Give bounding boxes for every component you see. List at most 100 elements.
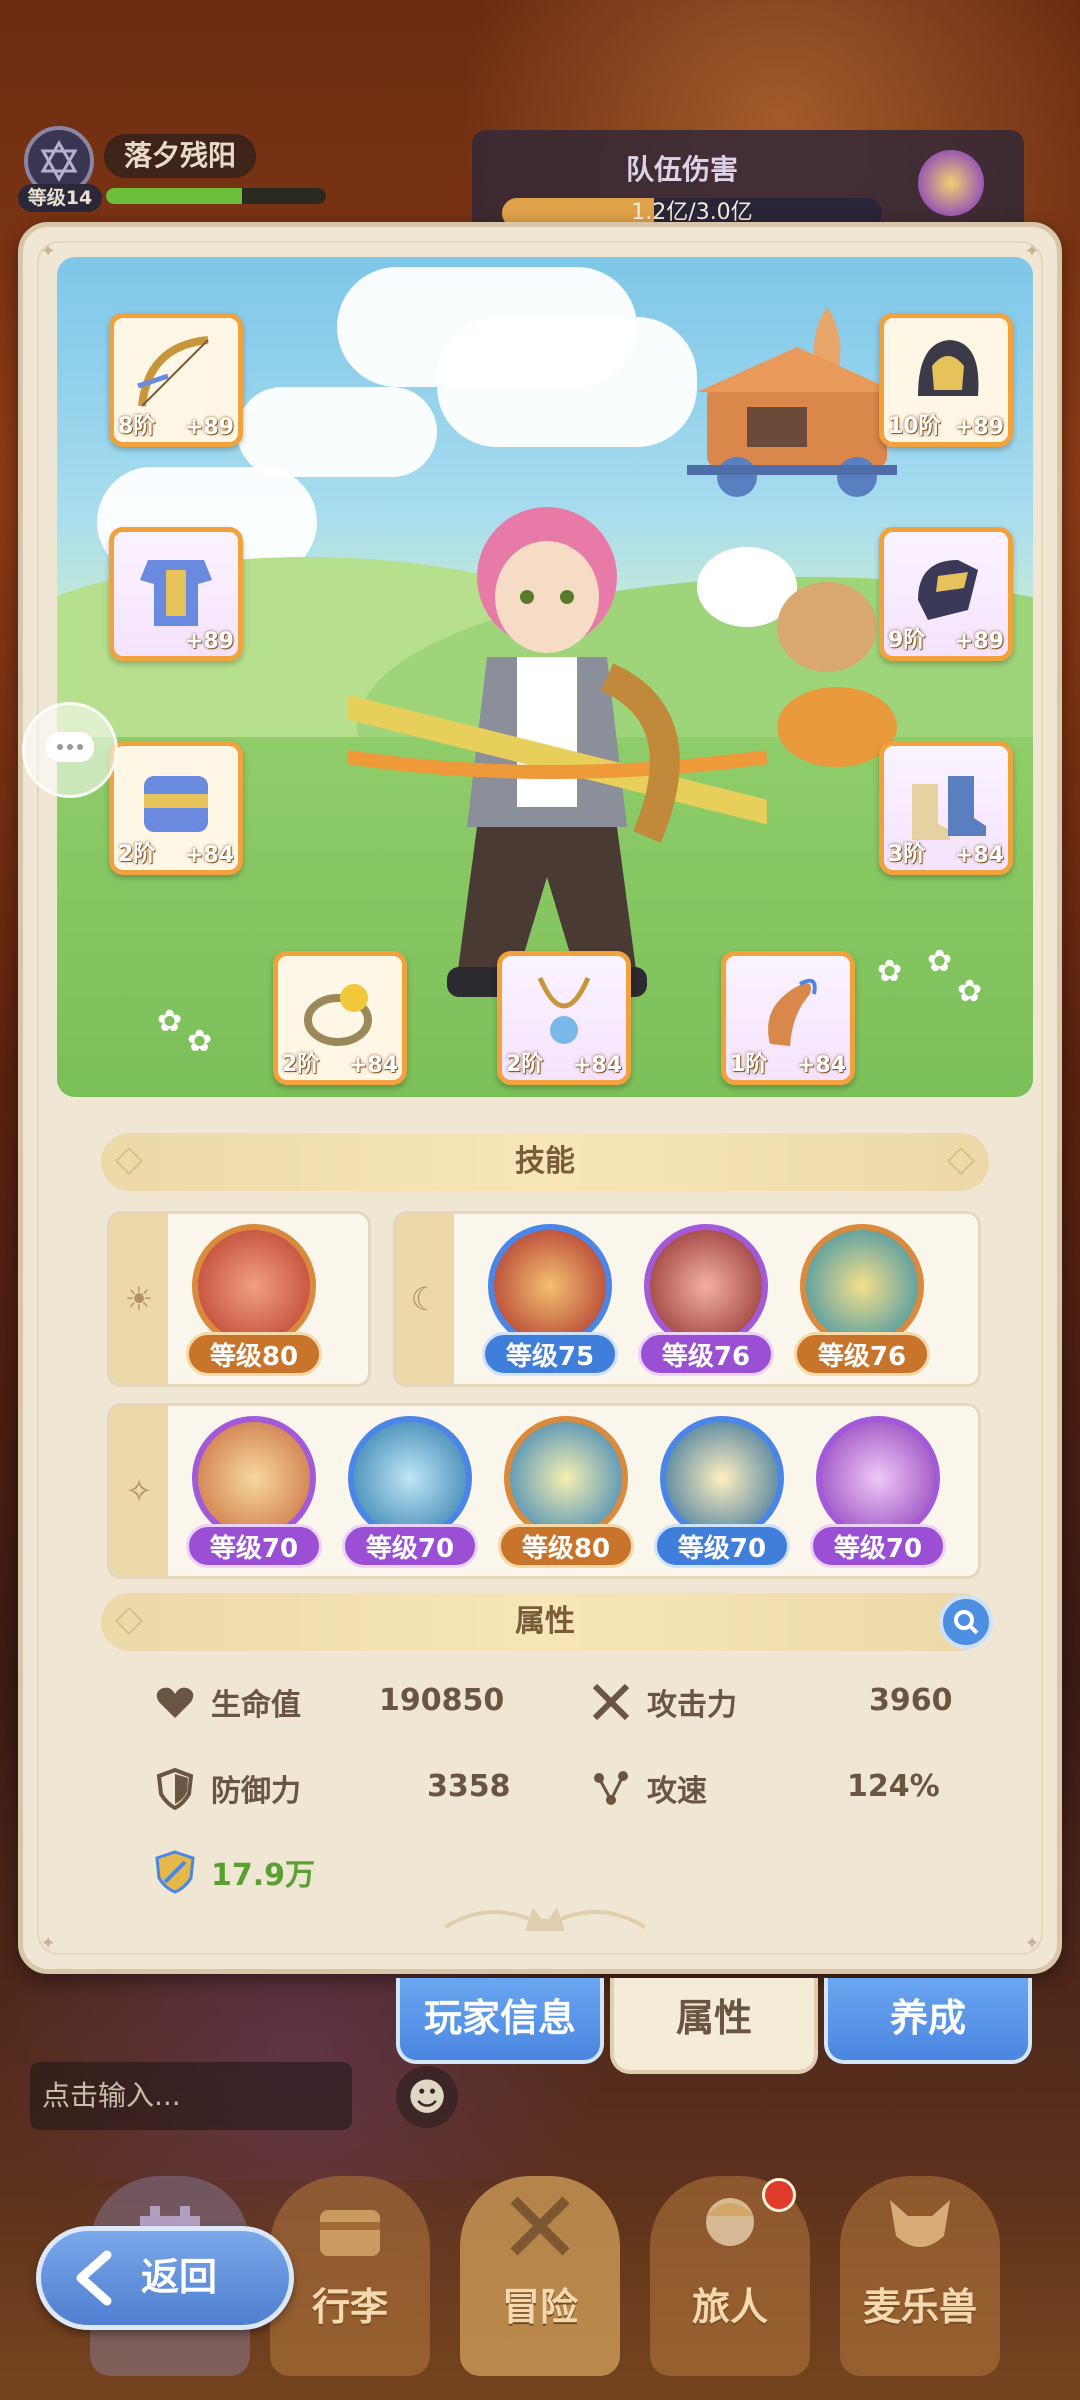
smiley-icon: ☻ bbox=[407, 2075, 447, 2119]
fox-icon bbox=[890, 2200, 950, 2247]
player-level: 等级14 bbox=[18, 184, 102, 212]
back-arrow-icon bbox=[76, 2250, 112, 2306]
character-scene: ✿ ✿ ✿ ✿ ✿ 8阶 +89 10阶 +89 +89 9阶 +89 2阶 +… bbox=[57, 257, 1033, 1097]
skill-slash-icon bbox=[488, 1224, 612, 1348]
equip-tier: 2阶 bbox=[506, 1052, 544, 1077]
skill-slot[interactable]: 等级76 bbox=[638, 1220, 774, 1380]
equip-tier: 3阶 bbox=[888, 842, 926, 867]
skill-slot[interactable]: 等级80 bbox=[186, 1220, 322, 1380]
magnifier-icon bbox=[954, 1610, 979, 1635]
tab-player-info[interactable]: 玩家信息 bbox=[396, 1978, 604, 2064]
corner-ornament: ✦ bbox=[1024, 241, 1040, 262]
attr-attack-speed-value: 124% bbox=[847, 1769, 940, 1804]
cloud bbox=[437, 317, 697, 447]
equip-slot-helmet[interactable]: 10阶 +89 bbox=[879, 313, 1013, 447]
attr-hp-value: 190850 bbox=[379, 1683, 505, 1718]
team-damage-reward-icon[interactable] bbox=[918, 150, 984, 216]
skill-target-icon bbox=[348, 1416, 472, 1540]
skill-group-star: ✧ 等级70 等级70 等级80 等级70 等级70 bbox=[107, 1403, 981, 1579]
equip-bonus: +84 bbox=[348, 1053, 398, 1078]
nav-label: 行李 bbox=[311, 2285, 388, 2329]
flower: ✿ bbox=[957, 974, 983, 1009]
skill-slot[interactable]: 等级70 bbox=[186, 1412, 322, 1572]
power-value: 17.9万 bbox=[211, 1858, 316, 1893]
skill-level: 等级70 bbox=[810, 1524, 946, 1568]
skill-heart-icon bbox=[660, 1416, 784, 1540]
player-hud[interactable]: 等级14 落夕残阳 bbox=[18, 126, 326, 216]
player-xp-fill bbox=[106, 188, 243, 204]
skill-arrows-icon bbox=[192, 1224, 316, 1348]
attr-attack: 攻击力 bbox=[589, 1677, 737, 1727]
equip-tier: 1阶 bbox=[730, 1052, 768, 1077]
skill-level: 等级76 bbox=[638, 1332, 774, 1376]
tab-develop[interactable]: 养成 bbox=[824, 1978, 1032, 2064]
equip-slot-bow[interactable]: 8阶 +89 bbox=[109, 313, 243, 447]
chat-toggle-button[interactable] bbox=[22, 702, 118, 798]
equip-bonus: +89 bbox=[954, 629, 1004, 654]
shield-icon bbox=[156, 1767, 194, 1810]
flower: ✿ bbox=[157, 1004, 183, 1039]
attr-power: 17.9万 bbox=[153, 1847, 315, 1897]
equip-slot-ring[interactable]: 2阶 +84 bbox=[273, 951, 407, 1085]
attr-defense-value: 3358 bbox=[427, 1769, 511, 1804]
attr-attack-value: 3960 bbox=[869, 1683, 953, 1718]
nav-adventure[interactable]: 冒险 bbox=[460, 2176, 620, 2376]
equip-tier: 8阶 bbox=[118, 414, 156, 439]
equip-slot-boots[interactable]: 3阶 +84 bbox=[879, 741, 1013, 875]
skill-slot[interactable]: 等级70 bbox=[810, 1412, 946, 1572]
skill-crosshair-icon bbox=[816, 1416, 940, 1540]
skill-bow-shot-icon bbox=[192, 1416, 316, 1540]
equip-bonus: +89 bbox=[184, 629, 234, 654]
equip-tier: 2阶 bbox=[118, 842, 156, 867]
nav-luggage[interactable]: 行李 bbox=[270, 2176, 430, 2376]
attribute-detail-button[interactable] bbox=[939, 1595, 993, 1649]
attr-label: 生命值 bbox=[211, 1688, 301, 1723]
corner-ornament: ✦ bbox=[1024, 1933, 1040, 1954]
skill-slot[interactable]: 等级80 bbox=[498, 1412, 634, 1572]
equip-slot-belt[interactable]: 2阶 +84 bbox=[109, 741, 243, 875]
equip-tier: 9阶 bbox=[888, 628, 926, 653]
tab-attributes[interactable]: 属性 bbox=[610, 1978, 818, 2074]
skill-arrow-burst-icon bbox=[644, 1224, 768, 1348]
skills-header: 技能 bbox=[101, 1133, 989, 1191]
chat-input[interactable]: 点击输入... bbox=[30, 2062, 352, 2130]
equip-bonus: +84 bbox=[184, 843, 234, 868]
skill-slot[interactable]: 等级75 bbox=[482, 1220, 618, 1380]
nav-label: 麦乐兽 bbox=[862, 2285, 977, 2329]
back-label: 返回 bbox=[141, 2255, 218, 2299]
nav-travelers[interactable]: 旅人 bbox=[650, 2176, 810, 2376]
nav-pets[interactable]: 麦乐兽 bbox=[840, 2176, 1000, 2376]
equip-slot-armor[interactable]: +89 bbox=[109, 527, 243, 661]
equip-tier: 2阶 bbox=[282, 1052, 320, 1077]
player-xp-bar bbox=[106, 188, 326, 204]
skill-slot[interactable]: 等级70 bbox=[342, 1412, 478, 1572]
attr-label: 攻速 bbox=[647, 1774, 707, 1809]
sun-icon: ☀ bbox=[110, 1214, 168, 1384]
traveler-portrait-icon bbox=[706, 2198, 754, 2246]
emoji-button[interactable]: ☻ bbox=[396, 2066, 458, 2128]
skills-title: 技能 bbox=[515, 1144, 575, 1179]
attr-attack-speed: 攻速 bbox=[589, 1763, 707, 1813]
skill-level: 等级70 bbox=[186, 1524, 322, 1568]
back-button[interactable]: 返回 bbox=[36, 2226, 294, 2330]
skill-multi-arrow-icon bbox=[504, 1416, 628, 1540]
skill-slot[interactable]: 等级70 bbox=[654, 1412, 790, 1572]
equip-slot-gloves[interactable]: 9阶 +89 bbox=[879, 527, 1013, 661]
hero-character bbox=[347, 507, 767, 997]
sparkle-icon: ✧ bbox=[110, 1406, 168, 1576]
flower: ✿ bbox=[187, 1024, 213, 1059]
skill-slot[interactable]: 等级76 bbox=[794, 1220, 930, 1380]
skill-level: 等级80 bbox=[186, 1332, 322, 1376]
notification-badge bbox=[762, 2178, 796, 2212]
moon-icon: ☾ bbox=[396, 1214, 454, 1384]
hexagram-icon bbox=[40, 139, 78, 183]
skill-level: 等级75 bbox=[482, 1332, 618, 1376]
attr-label: 防御力 bbox=[211, 1774, 301, 1809]
skill-level: 等级70 bbox=[342, 1524, 478, 1568]
attr-hp: 生命值 bbox=[153, 1677, 301, 1727]
corner-ornament: ✦ bbox=[40, 241, 56, 262]
heart-icon bbox=[156, 1687, 194, 1718]
chest-icon bbox=[320, 2210, 380, 2256]
equip-slot-necklace[interactable]: 2阶 +84 bbox=[497, 951, 631, 1085]
equip-slot-horn[interactable]: 1阶 +84 bbox=[721, 951, 855, 1085]
